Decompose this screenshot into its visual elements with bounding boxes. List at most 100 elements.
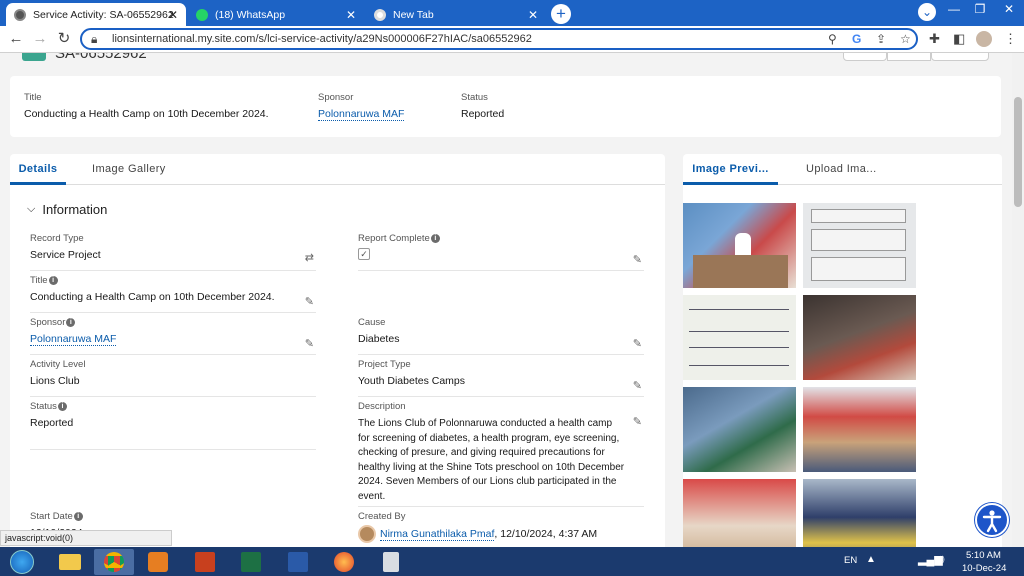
- tab-image-preview[interactable]: Image Previ...: [683, 154, 778, 185]
- field-sponsor: Sponsor i Polonnaruwa MAF ✎: [30, 317, 316, 355]
- highlight-sponsor: Sponsor Polonnaruwa MAF: [318, 92, 405, 121]
- calculator-icon[interactable]: [371, 549, 411, 575]
- tray-arrow-icon[interactable]: ▲: [866, 554, 876, 565]
- info-icon[interactable]: i: [430, 234, 440, 243]
- field-label: Title: [30, 275, 48, 286]
- google-icon[interactable]: G: [852, 32, 861, 46]
- tab-whatsapp[interactable]: (18) WhatsApp ✕: [188, 3, 364, 26]
- side-panel-icon[interactable]: ◧: [953, 31, 965, 47]
- info-icon[interactable]: i: [66, 318, 76, 327]
- close-icon[interactable]: ✕: [346, 8, 356, 22]
- edit-pencil-icon[interactable]: ✎: [633, 337, 642, 350]
- restore-icon[interactable]: ❐: [966, 0, 994, 20]
- tab-search-icon[interactable]: ⌄: [918, 3, 936, 21]
- window-close-icon[interactable]: ✕: [994, 0, 1024, 20]
- chrome-taskbar-icon[interactable]: [94, 549, 134, 575]
- new-tab-button[interactable]: +: [551, 4, 571, 24]
- sponsor-link[interactable]: Polonnaruwa MAF: [30, 333, 117, 346]
- field-label: Cause: [358, 317, 386, 328]
- field-created-by: Created By Nirma Gunathilaka Pmaf, 12/10…: [358, 511, 644, 547]
- menu-icon[interactable]: ⋮: [1004, 31, 1017, 47]
- volume-icon[interactable]: 🔊︎: [937, 552, 945, 567]
- word-icon[interactable]: [278, 549, 318, 575]
- powerpoint-icon[interactable]: [185, 549, 225, 575]
- field-description: Description The Lions Club of Polonnaruw…: [358, 401, 644, 507]
- tab-details[interactable]: Details: [10, 154, 66, 185]
- gallery-image[interactable]: [683, 295, 796, 380]
- start-button[interactable]: [2, 549, 42, 575]
- edit-pencil-icon[interactable]: ✎: [305, 337, 314, 350]
- field-record-type: Record Type Service Project ⇄: [30, 233, 316, 271]
- gallery-image[interactable]: [803, 387, 916, 472]
- scrollbar-thumb[interactable]: [1014, 97, 1022, 207]
- gallery-image[interactable]: [683, 387, 796, 472]
- section-information[interactable]: ⌵ Information: [27, 202, 107, 217]
- highlight-title: Title Conducting a Health Camp on 10th D…: [24, 92, 269, 120]
- address-bar[interactable]: 🔒︎ lionsinternational.my.site.com/s/lci-…: [80, 28, 918, 50]
- report-complete-checkbox[interactable]: ✓: [358, 248, 370, 260]
- tab-upload-image[interactable]: Upload Ima...: [806, 154, 877, 185]
- created-date: , 12/10/2024, 4:37 AM: [494, 528, 598, 540]
- language-indicator[interactable]: EN: [844, 555, 857, 566]
- browser-tab-bar: Service Activity: SA-06552962 ✕ (18) Wha…: [0, 0, 1024, 26]
- back-icon[interactable]: ←: [7, 30, 25, 48]
- reload-icon[interactable]: ↻: [55, 30, 73, 48]
- extensions-icon[interactable]: ✚: [929, 31, 940, 47]
- media-player-icon[interactable]: [138, 549, 178, 575]
- details-tabs: Details Image Gallery: [10, 154, 665, 185]
- field-label: Record Type: [30, 233, 84, 244]
- minimize-icon[interactable]: —: [940, 0, 968, 20]
- info-icon[interactable]: i: [73, 512, 83, 521]
- edit-pencil-icon[interactable]: ✎: [633, 415, 642, 428]
- location-icon[interactable]: ⚲: [828, 32, 837, 46]
- field-label: Created By: [358, 511, 406, 522]
- gallery-image[interactable]: [683, 203, 796, 288]
- section-title: Information: [42, 202, 108, 217]
- image-preview-panel: Image Previ... Upload Ima...: [683, 154, 1002, 547]
- change-record-type-icon[interactable]: ⇄: [305, 251, 314, 264]
- gallery-image[interactable]: [803, 203, 916, 288]
- firefox-icon[interactable]: [324, 549, 364, 575]
- field-status: Status i Reported: [30, 401, 316, 501]
- chrome-icon: [374, 8, 386, 21]
- page-scrollbar[interactable]: [1012, 53, 1024, 547]
- sponsor-link[interactable]: Polonnaruwa MAF: [318, 108, 405, 121]
- accessibility-button[interactable]: [975, 503, 1009, 537]
- profile-avatar[interactable]: [976, 31, 992, 47]
- forward-icon[interactable]: →: [31, 30, 49, 48]
- highlight-label: Status: [461, 92, 488, 103]
- tab-title: New Tab: [393, 8, 434, 21]
- excel-icon[interactable]: [231, 549, 271, 575]
- info-icon[interactable]: i: [48, 276, 58, 285]
- gallery-image[interactable]: [683, 479, 796, 547]
- tab-service-activity[interactable]: Service Activity: SA-06552962 ✕: [6, 3, 186, 26]
- field-value: The Lions Club of Polonnaruwa conducted …: [358, 418, 625, 502]
- highlights-panel: Title Conducting a Health Camp on 10th D…: [10, 76, 1001, 137]
- record-header: SA-06552962: [10, 53, 1000, 63]
- created-by-link[interactable]: Nirma Gunathilaka Pmaf: [380, 528, 495, 541]
- whatsapp-icon: [196, 8, 208, 21]
- share-icon[interactable]: ⇪: [876, 32, 886, 46]
- field-activity-level: Activity Level Lions Club: [30, 359, 316, 397]
- gallery-image[interactable]: [803, 295, 916, 380]
- tab-image-gallery[interactable]: Image Gallery: [92, 154, 166, 185]
- highlight-value: Reported: [461, 108, 505, 120]
- clock-date[interactable]: 10-Dec-24: [962, 563, 1006, 574]
- edit-pencil-icon[interactable]: ✎: [305, 295, 314, 308]
- tab-new-tab[interactable]: New Tab ✕: [366, 3, 546, 26]
- edit-pencil-icon[interactable]: ✎: [633, 253, 642, 266]
- edit-pencil-icon[interactable]: ✎: [633, 379, 642, 392]
- header-button[interactable]: [931, 53, 989, 61]
- clock-time[interactable]: 5:10 AM: [966, 550, 1001, 561]
- gallery-image[interactable]: [803, 479, 916, 547]
- accessibility-icon: [982, 510, 1002, 533]
- file-explorer-icon[interactable]: [50, 549, 90, 575]
- header-button[interactable]: [843, 53, 887, 61]
- close-icon[interactable]: ✕: [528, 8, 538, 22]
- bookmark-star-icon[interactable]: ☆: [900, 32, 911, 46]
- header-button[interactable]: [887, 53, 931, 61]
- info-icon[interactable]: i: [57, 402, 67, 411]
- field-project-type: Project Type Youth Diabetes Camps ✎: [358, 359, 644, 397]
- taskbar: EN ▲ ▂▄▆ 🔊︎ 5:10 AM 10-Dec-24: [0, 547, 1024, 576]
- close-icon[interactable]: ✕: [168, 8, 178, 22]
